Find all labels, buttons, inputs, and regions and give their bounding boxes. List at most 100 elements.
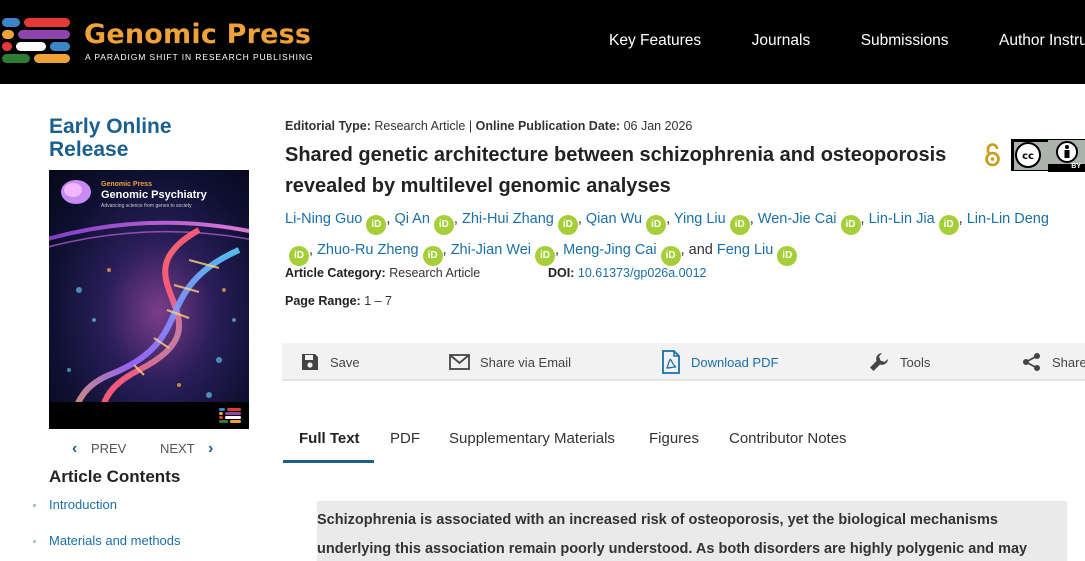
main-nav: Key Features Journals Submissions Author… <box>609 32 1085 50</box>
orcid-icon[interactable]: iD <box>289 246 309 266</box>
article-category: Article Category: Research Article <box>285 266 480 280</box>
toc-item-materials-methods[interactable]: Materials and methods <box>33 533 181 561</box>
tools-label: Tools <box>900 354 931 370</box>
doi-link[interactable]: 10.61373/gp026a.0012 <box>578 266 707 280</box>
next-label: NEXT <box>159 441 195 456</box>
open-access-icon[interactable] <box>984 143 1001 167</box>
orcid-icon[interactable]: iD <box>646 215 667 235</box>
editorial-type-value: Research Article <box>374 119 466 133</box>
pdf-file-icon <box>662 350 680 374</box>
cover-brand: Genomic Press <box>101 181 152 188</box>
nav-author-instructions[interactable]: Author Instruct <box>999 32 1085 50</box>
pub-date-value: 06 Jan 2026 <box>623 119 693 133</box>
save-icon <box>302 354 318 370</box>
cover-footer <box>49 402 249 429</box>
category-label: Article Category: <box>285 266 386 280</box>
article-doi: DOI: 10.61373/gp026a.0012 <box>548 266 706 280</box>
tools-button[interactable]: Tools <box>868 343 930 381</box>
orcid-icon[interactable]: iD <box>535 246 555 266</box>
orcid-icon[interactable]: iD <box>557 215 578 235</box>
orcid-icon[interactable]: iD <box>433 215 454 235</box>
orcid-icon[interactable]: iD <box>938 215 959 235</box>
early-online-release-heading[interactable]: Early Online Release <box>49 115 172 161</box>
email-icon <box>449 354 470 370</box>
author-link[interactable]: Zhuo-Ru Zheng <box>317 242 419 258</box>
abstract-line: underlying this association remain poorl… <box>317 541 1028 557</box>
page-range: Page Range: 1 – 7 <box>285 294 392 308</box>
author-link[interactable]: Lin-Lin Jia <box>869 211 935 227</box>
license-by-text: BY <box>1071 163 1081 170</box>
download-pdf-button[interactable]: Download PDF <box>661 343 778 381</box>
tab-contributor-notes[interactable]: Contributor Notes <box>729 430 847 447</box>
and-word: and <box>688 242 713 258</box>
download-pdf-label: Download PDF <box>691 354 779 370</box>
site-header: Genomic Press A PARADIGM SHIFT IN RESEAR… <box>0 0 1085 84</box>
author-link[interactable]: Feng Liu <box>717 242 773 258</box>
author-link[interactable]: Zhi-Hui Zhang <box>462 211 554 227</box>
nav-submissions[interactable]: Submissions <box>861 32 949 50</box>
journal-cover-image[interactable]: Genomic Press Genomic Psychiatry Advanci… <box>49 170 249 429</box>
orcid-icon[interactable]: iD <box>729 215 750 235</box>
editorial-meta: Editorial Type: Research Article | Onlin… <box>285 119 692 133</box>
cover-tagline: Advancing science from genes to society <box>101 203 192 209</box>
orcid-icon[interactable]: iD <box>422 246 443 266</box>
share-email-label: Share via Email <box>480 354 572 370</box>
share-email-button[interactable]: Share via Email <box>449 343 571 381</box>
tab-supplementary-materials[interactable]: Supplementary Materials <box>449 430 615 447</box>
save-label: Save <box>330 354 360 370</box>
chevron-left-icon: ‹ <box>72 440 78 457</box>
tab-full-text[interactable]: Full Text <box>299 430 360 447</box>
site-logo[interactable]: Genomic Press A PARADIGM SHIFT IN RESEAR… <box>0 16 313 68</box>
prev-label: PREV <box>90 441 127 456</box>
issue-pager: ‹ PREV NEXT › <box>72 440 213 458</box>
nav-journals[interactable]: Journals <box>752 32 811 50</box>
meta-divider: | <box>468 119 473 133</box>
orcid-icon[interactable]: iD <box>840 215 861 235</box>
author-link[interactable]: Meng-Jing Cai <box>563 242 657 258</box>
publisher-mini-logo-icon <box>219 408 241 423</box>
author-link[interactable]: Wen-Jie Cai <box>758 211 837 227</box>
chevron-right-icon: › <box>208 440 214 457</box>
author-link[interactable]: Zhi-Jian Wei <box>451 242 531 258</box>
tab-pdf[interactable]: PDF <box>390 430 420 447</box>
next-button[interactable]: NEXT › <box>159 440 214 457</box>
share-label: Share <box>1052 354 1085 370</box>
orcid-icon[interactable]: iD <box>777 246 798 266</box>
author-list: Li-Ning Guo iD, Qi An iD, Zhi-Hui Zhang iD,… <box>285 204 1085 266</box>
doi-label: DOI: <box>548 266 575 280</box>
wrench-icon <box>870 353 888 371</box>
editorial-type-label: Editorial Type: <box>285 119 371 133</box>
nav-key-features[interactable]: Key Features <box>609 32 701 50</box>
share-button[interactable]: Share <box>1022 343 1085 381</box>
cover-title: Genomic Psychiatry <box>101 189 207 201</box>
article-toolbar: Save Share via Email Download PDF Tools … <box>282 343 1085 381</box>
heading-line-1: Early Online <box>49 115 172 138</box>
abstract-box: Schizophrenia is associated with an incr… <box>317 501 1067 561</box>
prev-button[interactable]: ‹ PREV <box>72 440 130 457</box>
page-range-value: 1 – 7 <box>364 294 393 308</box>
author-link[interactable]: Qi An <box>394 211 429 227</box>
article-contents-heading: Article Contents <box>49 467 181 486</box>
page-range-label: Page Range: <box>285 294 361 308</box>
tab-figures[interactable]: Figures <box>649 430 699 447</box>
orcid-icon[interactable]: iD <box>660 246 681 266</box>
cc-by-license-badge[interactable]: cc BY <box>1011 139 1085 172</box>
author-link[interactable]: Ying Liu <box>674 211 726 227</box>
heading-line-2: Release <box>49 138 129 161</box>
active-tab-indicator <box>283 460 374 463</box>
abstract-line: Schizophrenia is associated with an incr… <box>317 512 998 528</box>
author-link[interactable]: Lin-Lin Deng <box>967 211 1049 227</box>
svg-text:cc: cc <box>1022 151 1034 162</box>
pub-date-label: Online Publication Date: <box>475 119 621 133</box>
article-title: Shared genetic architecture between schi… <box>285 144 947 197</box>
author-link[interactable]: Li-Ning Guo <box>285 211 362 227</box>
logo-subtitle: A PARADIGM SHIFT IN RESEARCH PUBLISHING <box>85 52 314 62</box>
logo-mark-icon <box>0 16 72 68</box>
save-button[interactable]: Save <box>300 343 360 381</box>
author-link[interactable]: Qian Wu <box>586 211 642 227</box>
category-value: Research Article <box>389 266 481 280</box>
toc-item-introduction[interactable]: Introduction <box>33 497 181 533</box>
logo-title: Genomic Press <box>84 19 312 50</box>
article-contents-list: Introduction Materials and methods <box>33 497 181 561</box>
orcid-icon[interactable]: iD <box>366 215 387 235</box>
